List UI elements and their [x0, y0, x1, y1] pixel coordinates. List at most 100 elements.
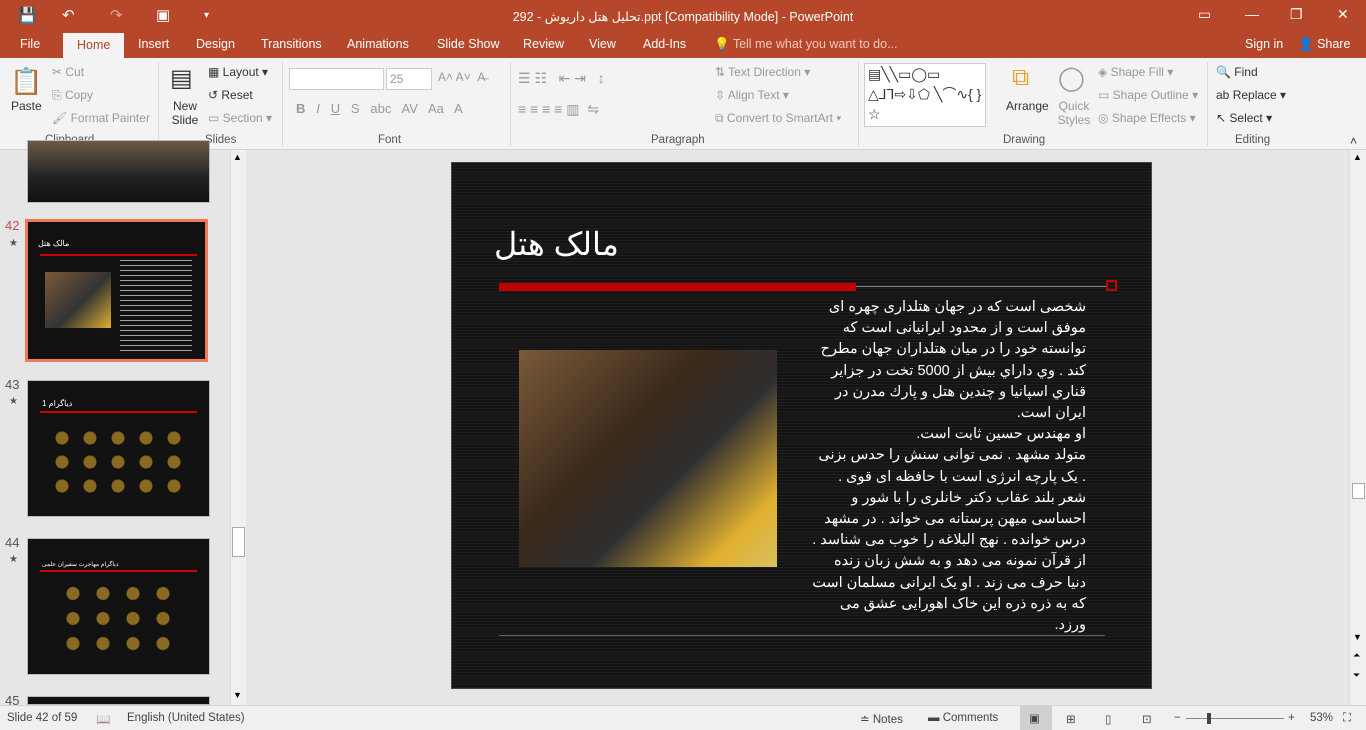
scroll-up-icon[interactable]: ▲	[1353, 152, 1362, 162]
thumbnail-scrollbar[interactable]: ▲ ▼	[230, 150, 246, 705]
shape-outline-button[interactable]: ▭ Shape Outline ▾	[1098, 88, 1198, 102]
title-bar: 💾 ↶ ↷ ▣ ▾ 292 - تحلیل هتل داریوش.ppt [Co…	[0, 0, 1366, 32]
tab-transitions[interactable]: Transitions	[261, 37, 322, 51]
section-label: Section	[222, 111, 263, 125]
cut-button[interactable]: ✂ Cut	[52, 65, 84, 79]
window-title: 292 - تحلیل هتل داریوش.ppt [Compatibilit…	[512, 10, 854, 24]
align-buttons[interactable]: ≡ ≡ ≡ ≡ ▥ ⇋	[518, 101, 599, 118]
thumbnail-diagram	[58, 581, 178, 656]
tab-file[interactable]: File	[20, 37, 40, 51]
scroll-down-icon[interactable]: ▼	[1353, 632, 1362, 642]
quick-styles-button[interactable]: Quick Styles	[1056, 99, 1092, 127]
ribbon-display-icon[interactable]: ▭	[1198, 6, 1211, 23]
new-slide-button[interactable]: New Slide	[170, 99, 200, 127]
convert-smartart-button[interactable]: ⧉ Convert to SmartArt ▾	[715, 111, 841, 126]
slide-title[interactable]: مالک هتل	[494, 225, 619, 263]
previous-slide-icon[interactable]: ⏶	[1353, 650, 1360, 661]
scroll-down-icon[interactable]: ▼	[233, 690, 242, 700]
quick-styles-icon: ◯	[1058, 65, 1085, 92]
divider	[510, 62, 511, 146]
zoom-out-button[interactable]: −	[1174, 712, 1181, 724]
shape-effects-button[interactable]: ◎ Shape Effects ▾	[1098, 111, 1196, 125]
slide-sorter-button[interactable]: ⊞	[1066, 712, 1076, 726]
slide-thumbnail-41[interactable]	[27, 140, 210, 203]
normal-view-button[interactable]: ▣	[1020, 706, 1052, 730]
reset-button[interactable]: ↺ Reset	[208, 88, 253, 102]
section-button[interactable]: ▭ Section ▾	[208, 111, 272, 125]
format-painter-button[interactable]: 🖌 Format Painter	[52, 111, 150, 125]
replace-button[interactable]: ab Replace ▾	[1216, 88, 1286, 102]
shape-outline-label: Shape Outline	[1112, 88, 1189, 102]
tab-design[interactable]: Design	[196, 37, 235, 51]
tell-me-search[interactable]: 💡 Tell me what you want to do...	[714, 37, 898, 52]
spell-check-icon[interactable]: 📖	[96, 712, 110, 726]
comments-button[interactable]: ▬ Comments	[928, 712, 998, 724]
align-text-button[interactable]: ⇳ Align Text ▾	[715, 88, 789, 102]
font-name-dropdown[interactable]	[289, 68, 384, 90]
shape-fill-button[interactable]: ◈ Shape Fill ▾	[1098, 65, 1173, 79]
paragraph: متولد مشهد . نمی توانی سنش را حدس بزنی .…	[812, 447, 1086, 634]
divider	[158, 62, 159, 146]
scrollbar-thumb[interactable]	[232, 527, 245, 557]
title-rule	[856, 286, 1106, 287]
divider	[282, 62, 283, 146]
person-icon: 👤	[1298, 37, 1314, 51]
slide-canvas[interactable]: مالک هتل شخصی است که در جهان هتلداری چهر…	[451, 162, 1152, 689]
lightbulb-icon: 💡	[714, 37, 730, 51]
text-direction-label: Text Direction	[728, 65, 801, 79]
copy-button[interactable]: ⎘ Copy	[52, 88, 93, 103]
font-format-buttons[interactable]: B I U S abc AV Aa A	[296, 101, 463, 116]
slide-thumbnail-42[interactable]: مالک هتل	[25, 219, 208, 362]
slideshow-button[interactable]: ⊡	[1142, 712, 1152, 726]
fit-to-window-icon[interactable]: ⛶	[1343, 712, 1351, 725]
owner-photo[interactable]	[519, 350, 777, 567]
arrange-button[interactable]: Arrange	[1006, 99, 1049, 113]
text-direction-button[interactable]: ⇅ Text Direction ▾	[715, 65, 810, 79]
font-size-dropdown[interactable]: 25	[386, 68, 432, 90]
collapse-ribbon-icon[interactable]: ˄	[1350, 134, 1357, 148]
layout-button[interactable]: ▦ Layout ▾	[208, 65, 268, 79]
sign-in-link[interactable]: Sign in	[1245, 37, 1283, 51]
shapes-gallery[interactable]: ▤╲╲▭◯▭ △⅃⅂⇨⇩⬠ ╲⌒∿{ }☆	[864, 63, 986, 127]
restore-button[interactable]: ❐	[1290, 6, 1303, 23]
title-red-square	[1106, 280, 1117, 291]
reading-view-button[interactable]: ▯	[1105, 712, 1111, 726]
next-slide-icon[interactable]: ⏷	[1353, 670, 1360, 681]
close-button[interactable]: ✕	[1337, 6, 1349, 23]
bottom-rule	[499, 635, 1105, 636]
scroll-up-icon[interactable]: ▲	[233, 152, 242, 162]
tab-animations[interactable]: Animations	[347, 37, 409, 51]
slide-body-text[interactable]: شخصی است که در جهان هتلداری چهره ای موفق…	[812, 297, 1086, 636]
slide-number: 44	[5, 535, 20, 550]
paragraph: شخصی است که در جهان هتلداری چهره ای موفق…	[820, 299, 1086, 422]
tab-view[interactable]: View	[589, 37, 616, 51]
slide-thumbnail-45[interactable]	[27, 696, 210, 705]
ribbon: 📋 Paste ✂ Cut ⎘ Copy 🖌 Format Painter Cl…	[0, 58, 1366, 150]
zoom-in-button[interactable]: +	[1288, 712, 1295, 724]
tab-insert[interactable]: Insert	[138, 37, 169, 51]
tab-add-ins[interactable]: Add-Ins	[643, 37, 686, 51]
zoom-slider[interactable]	[1186, 718, 1284, 719]
notes-label: Notes	[872, 714, 903, 726]
tab-home[interactable]: Home	[63, 33, 125, 58]
zoom-level[interactable]: 53%	[1310, 712, 1333, 724]
scrollbar-thumb[interactable]	[1352, 483, 1365, 499]
zoom-slider-thumb[interactable]	[1207, 713, 1211, 724]
find-button[interactable]: 🔍 Find	[1216, 65, 1258, 79]
status-bar: Slide 42 of 59 📖 English (United States)…	[0, 705, 1366, 730]
minimize-button[interactable]: —	[1245, 6, 1259, 22]
slide-thumbnail-43[interactable]: دیاگرام 1	[27, 380, 210, 517]
language[interactable]: English (United States)	[127, 712, 245, 724]
thumbnail-redbar	[40, 411, 197, 413]
font-size-buttons[interactable]: A˄ A˅ A̶	[438, 70, 485, 84]
editor-scrollbar[interactable]: ▲ ▼ ⏶ ⏷	[1349, 150, 1366, 705]
share-button[interactable]: 👤 Share	[1298, 37, 1350, 52]
notes-button[interactable]: ≐ Notes	[860, 712, 903, 726]
slide-thumbnail-44[interactable]: دیاگرام مهاجرت سفیران علمی	[27, 538, 210, 675]
thumbnail-redbar	[40, 570, 197, 572]
list-buttons[interactable]: ☰ ☷ ⇤ ⇥ ↕	[518, 70, 605, 87]
tab-review[interactable]: Review	[523, 37, 564, 51]
tab-slide-show[interactable]: Slide Show	[437, 37, 500, 51]
select-button[interactable]: ↖ Select ▾	[1216, 111, 1272, 125]
paste-button[interactable]: Paste	[11, 99, 42, 113]
